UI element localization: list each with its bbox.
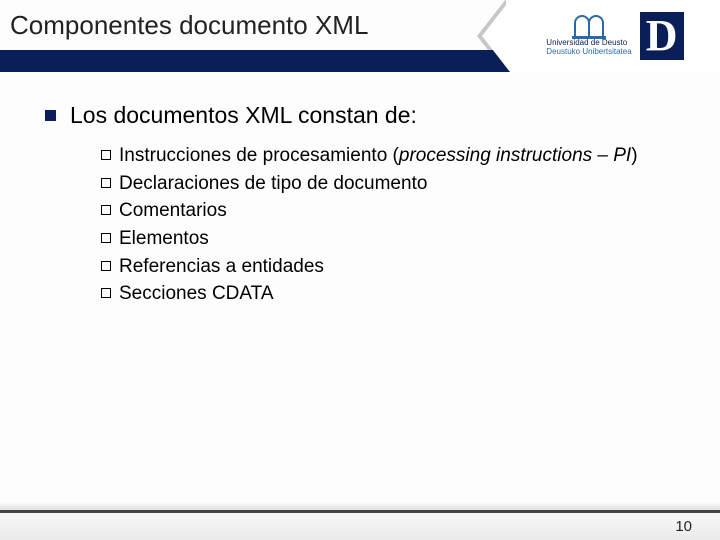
hollow-square-icon — [101, 288, 111, 298]
university-logo: Universidad de Deusto Deustuko Unibertsi… — [510, 0, 720, 72]
hollow-square-icon — [101, 150, 111, 160]
main-text: Los documentos XML constan de: — [70, 102, 417, 129]
slide-content: Los documentos XML constan de: Instrucci… — [0, 72, 720, 307]
bridge-icon — [572, 15, 606, 37]
hollow-square-icon — [101, 205, 111, 215]
logo-left: Universidad de Deusto Deustuko Unibertsi… — [546, 15, 631, 57]
page-number: 10 — [675, 518, 692, 535]
item-text: Secciones CDATA — [119, 281, 274, 307]
item-text: Referencias a entidades — [119, 254, 324, 280]
list-item: Elementos — [101, 226, 680, 252]
list-item: Declaraciones de tipo de documento — [101, 171, 680, 197]
slide-title: Componentes documento XML — [0, 10, 368, 41]
item-text: Instrucciones de procesamiento (processi… — [119, 143, 638, 169]
main-bullet: Los documentos XML constan de: — [45, 102, 680, 129]
logo-text: Universidad de Deusto Deustuko Unibertsi… — [546, 39, 631, 57]
list-item: Comentarios — [101, 198, 680, 224]
filled-square-icon — [45, 110, 56, 121]
hollow-square-icon — [101, 178, 111, 188]
list-item: Instrucciones de procesamiento (processi… — [101, 143, 680, 169]
hollow-square-icon — [101, 261, 111, 271]
slide-header: Componentes documento XML Universidad de… — [0, 0, 720, 72]
logo-line2: Deustuko Unibertsitatea — [546, 48, 631, 57]
sub-list: Instrucciones de procesamiento (processi… — [45, 143, 680, 307]
footer-shadow — [0, 502, 720, 510]
list-item: Secciones CDATA — [101, 281, 680, 307]
list-item: Referencias a entidades — [101, 254, 680, 280]
hollow-square-icon — [101, 233, 111, 243]
logo-letter: D — [640, 12, 684, 60]
slide-footer: 10 — [0, 510, 720, 540]
item-text: Declaraciones de tipo de documento — [119, 171, 427, 197]
item-text: Comentarios — [119, 198, 227, 224]
item-text: Elementos — [119, 226, 209, 252]
